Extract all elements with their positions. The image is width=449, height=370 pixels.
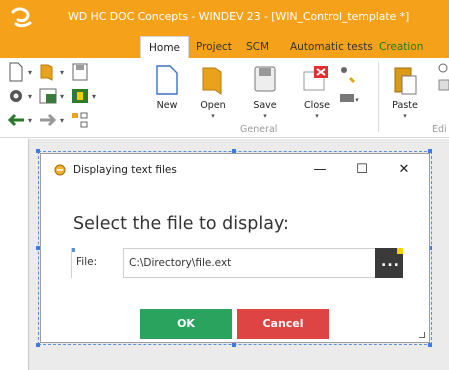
close-button[interactable]: Close ▾ <box>298 64 336 122</box>
save-element-icon[interactable] <box>70 62 90 82</box>
editor-divider <box>28 139 29 370</box>
windev-logo-icon <box>11 7 32 28</box>
resize-handle[interactable] <box>232 343 236 347</box>
left-toolbar: ▾ ▾ ▾ ▾ ▾ ▾ ▾ <box>6 60 140 136</box>
back-arrow-icon[interactable] <box>6 110 26 130</box>
new-button[interactable]: New <box>148 64 186 122</box>
open-button[interactable]: Open ▾ <box>194 64 232 122</box>
minimize-button[interactable]: — <box>305 158 335 182</box>
hierarchy-icon[interactable] <box>70 110 90 130</box>
app-title: WD HC DOC Concepts - WINDEV 23 - [WIN_Co… <box>68 10 410 23</box>
run-project-icon[interactable] <box>70 86 90 106</box>
save-label: Save <box>253 100 277 111</box>
app-titlebar: WD HC DOC Concepts - WINDEV 23 - [WIN_Co… <box>0 0 449 36</box>
open-label: Open <box>200 100 226 111</box>
tab-automatic-tests[interactable]: Automatic tests <box>282 36 381 58</box>
file-label-cell: File: <box>71 248 121 278</box>
save-disk-icon <box>254 66 276 92</box>
chevron-down-icon[interactable]: ▾ <box>352 96 362 104</box>
new-document-icon <box>156 65 178 95</box>
close-label: Close <box>304 100 330 111</box>
open-element-icon[interactable] <box>38 62 58 82</box>
forward-arrow-icon[interactable] <box>38 110 58 130</box>
paste-button[interactable]: Paste ▾ <box>386 64 424 122</box>
ribbon-tabs: Home Project SCM Automatic tests Creatio… <box>0 36 449 58</box>
cancel-button[interactable]: Cancel <box>237 309 329 339</box>
tab-home[interactable]: Home <box>140 36 190 58</box>
chevron-down-icon[interactable]: ▾ <box>386 112 424 120</box>
chevron-down-icon[interactable]: ▾ <box>28 92 32 101</box>
tab-scm[interactable]: SCM <box>238 36 277 58</box>
paste-clipboard-icon <box>394 67 417 95</box>
new-element-icon[interactable] <box>6 62 26 82</box>
chevron-down-icon[interactable]: ▾ <box>60 116 64 125</box>
tab-creation[interactable]: Creation <box>371 36 431 58</box>
new-label: New <box>156 100 178 111</box>
dialog-title: Displaying text files <box>73 164 177 176</box>
print-button[interactable]: ▾ <box>336 64 362 122</box>
chevron-down-icon[interactable]: ▾ <box>28 116 32 125</box>
paste-label: Paste <box>392 100 418 111</box>
chevron-down-icon[interactable]: ▾ <box>298 112 336 120</box>
group-label-edit: Edi <box>432 124 447 135</box>
ellipsis-icon: ... <box>381 254 400 270</box>
gear-icon[interactable] <box>6 86 26 106</box>
group-label-general: General <box>240 124 278 135</box>
file-path-value: C:\Directory\file.ext <box>129 257 232 269</box>
chevron-down-icon[interactable]: ▾ <box>194 112 232 120</box>
run-window-icon[interactable] <box>38 86 58 106</box>
maximize-button[interactable]: ☐ <box>347 158 377 182</box>
dialog-titlebar[interactable]: Displaying text files — ☐ ✕ <box>41 154 429 186</box>
resize-grip-icon[interactable] <box>419 332 425 338</box>
browse-button[interactable]: ... <box>375 248 403 278</box>
dialog-window[interactable]: Displaying text files — ☐ ✕ Select the f… <box>40 153 430 343</box>
resize-handle[interactable] <box>428 343 432 347</box>
chevron-down-icon[interactable]: ▾ <box>246 112 284 120</box>
chevron-down-icon[interactable]: ▾ <box>28 68 32 77</box>
chevron-down-icon[interactable]: ▾ <box>60 92 64 101</box>
group-separator <box>378 62 379 132</box>
ok-button[interactable]: OK <box>140 309 232 339</box>
dialog-heading: Select the file to display: <box>73 214 289 234</box>
cut-icon[interactable] <box>437 62 449 92</box>
close-window-icon <box>303 66 328 91</box>
close-window-button[interactable]: ✕ <box>389 158 419 182</box>
app-small-icon <box>54 164 66 176</box>
file-label: File: <box>76 256 98 268</box>
chevron-down-icon[interactable]: ▾ <box>92 92 96 101</box>
tab-project[interactable]: Project <box>188 36 240 58</box>
ribbon: ▾ ▾ ▾ ▾ ▾ ▾ ▾ New Open ▾ Save ▾ Close ▾ … <box>0 58 449 138</box>
chevron-down-icon[interactable]: ▾ <box>60 68 64 77</box>
file-path-field[interactable]: C:\Directory\file.ext <box>123 248 375 278</box>
resize-handle[interactable] <box>36 343 40 347</box>
save-button[interactable]: Save ▾ <box>246 64 284 122</box>
open-folder-icon <box>202 67 222 95</box>
